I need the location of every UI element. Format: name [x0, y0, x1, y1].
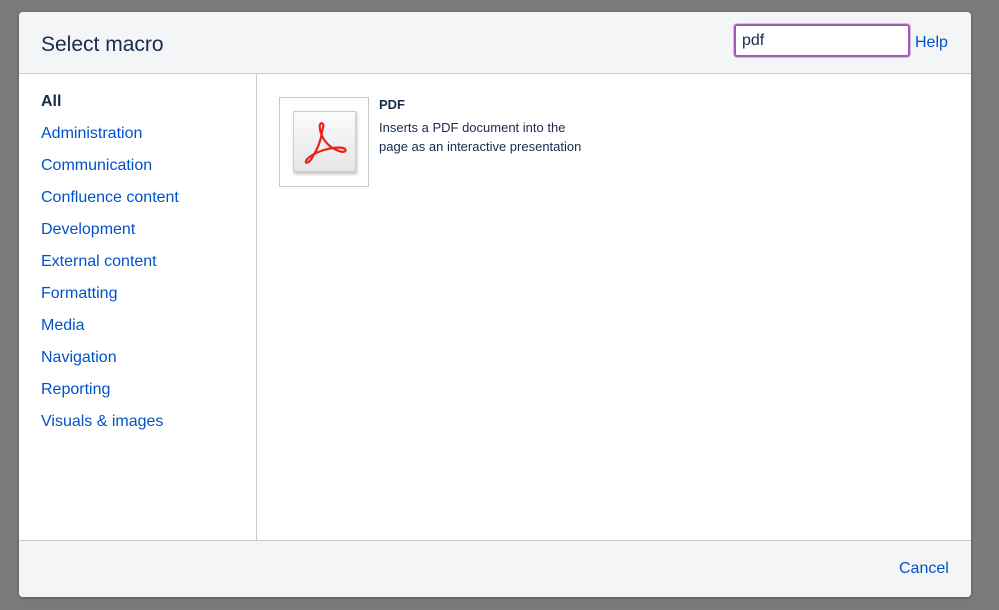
sidebar-item-confluence-content[interactable]: Confluence content [41, 189, 179, 207]
sidebar-item-media[interactable]: Media [41, 317, 85, 335]
category-sidebar: All Administration Communication Conflue… [19, 74, 257, 540]
macro-thumbnail [279, 97, 369, 187]
sidebar-item-reporting[interactable]: Reporting [41, 381, 110, 399]
sidebar-item-external-content[interactable]: External content [41, 253, 157, 271]
sidebar-item-all[interactable]: All [41, 93, 61, 111]
pdf-acrobat-icon [293, 111, 356, 172]
macro-description: Inserts a PDF document into the page as … [379, 120, 582, 154]
cancel-button[interactable]: Cancel [899, 560, 949, 578]
dialog-footer: Cancel [19, 540, 971, 597]
dialog-header: Select macro Help [19, 12, 971, 74]
macro-item-pdf[interactable]: PDF Inserts a PDF document into the page… [279, 97, 609, 189]
help-link[interactable]: Help [915, 34, 948, 52]
sidebar-item-navigation[interactable]: Navigation [41, 349, 117, 367]
select-macro-dialog: Select macro Help All Administration Com… [19, 12, 971, 597]
macro-title: PDF [379, 97, 405, 112]
macro-results: PDF Inserts a PDF document into the page… [257, 74, 971, 540]
sidebar-item-communication[interactable]: Communication [41, 157, 152, 175]
sidebar-item-administration[interactable]: Administration [41, 125, 142, 143]
sidebar-item-development[interactable]: Development [41, 221, 135, 239]
macro-search-input[interactable] [734, 24, 910, 57]
sidebar-item-formatting[interactable]: Formatting [41, 285, 117, 303]
dialog-title: Select macro [41, 33, 164, 56]
sidebar-item-visuals-images[interactable]: Visuals & images [41, 413, 163, 431]
